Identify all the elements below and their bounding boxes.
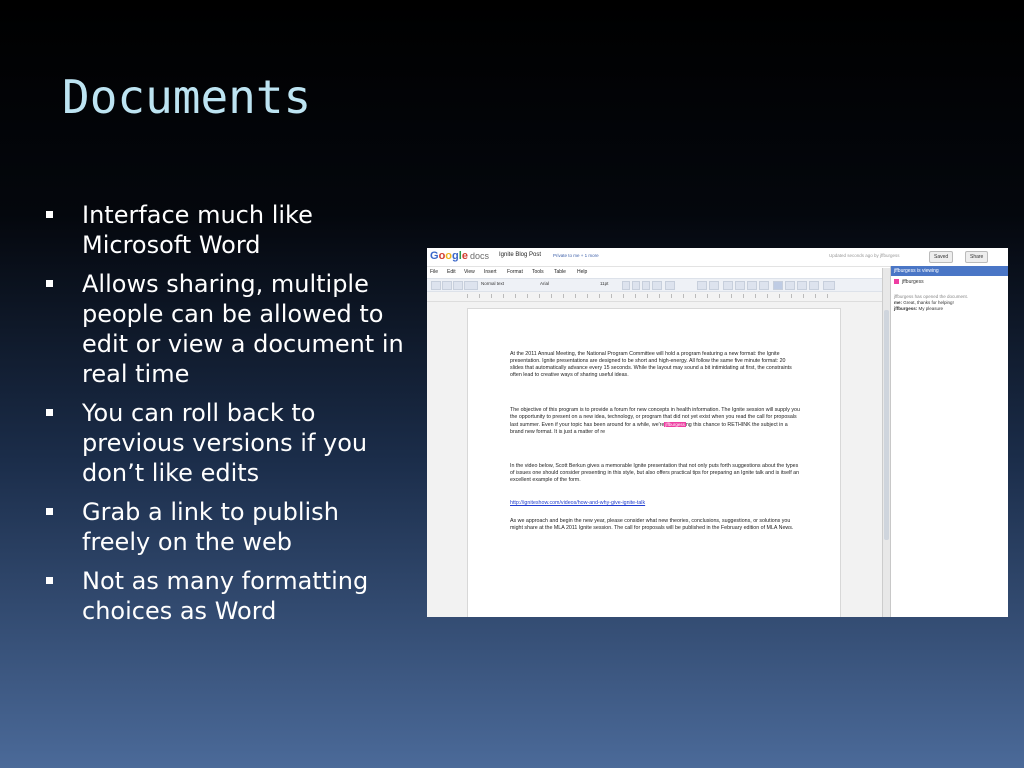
bullet-item: Interface much like Microsoft Word bbox=[44, 200, 414, 260]
bullet-text: Not as many formatting choices as Word bbox=[82, 567, 369, 625]
font-size-select[interactable]: 11pt bbox=[600, 281, 608, 286]
menu-insert[interactable]: Insert bbox=[484, 269, 497, 275]
menu-table[interactable]: Table bbox=[554, 269, 566, 275]
bullet-square-icon bbox=[46, 577, 53, 584]
menu-view[interactable]: View bbox=[464, 269, 475, 275]
bullet-text: Allows sharing, multiple people can be a… bbox=[82, 270, 404, 388]
bullet-item: Grab a link to publish freely on the web bbox=[44, 497, 414, 557]
docs-toolbar: Normal text Arial 11pt bbox=[427, 278, 889, 292]
viewer-entry: jffburgess bbox=[894, 279, 924, 285]
paragraph: The objective of this program is to prov… bbox=[510, 407, 800, 435]
redo-icon[interactable] bbox=[453, 281, 463, 290]
italic-icon[interactable] bbox=[632, 281, 640, 290]
menu-help[interactable]: Help bbox=[577, 269, 587, 275]
font-select[interactable]: Arial bbox=[540, 281, 549, 286]
align-center-icon[interactable] bbox=[785, 281, 795, 290]
paragraph: As we approach and begin the new year, p… bbox=[510, 518, 794, 531]
saved-button[interactable]: Saved bbox=[929, 251, 954, 263]
bullet-text: Interface much like Microsoft Word bbox=[82, 201, 313, 259]
align-right-icon[interactable] bbox=[797, 281, 807, 290]
justify-icon[interactable] bbox=[809, 281, 819, 290]
docs-header-bar: Google docs Ignite Blog Post Private to m… bbox=[427, 248, 1008, 267]
bullet-square-icon bbox=[46, 508, 53, 515]
bullet-square-icon bbox=[46, 280, 53, 287]
bullet-item: Allows sharing, multiple people can be a… bbox=[44, 269, 414, 389]
menu-format[interactable]: Format bbox=[507, 269, 523, 275]
style-select[interactable]: Normal text bbox=[481, 281, 504, 286]
align-left-icon[interactable] bbox=[773, 281, 783, 290]
ruler[interactable] bbox=[427, 292, 889, 302]
google-docs-logo: Google docs bbox=[430, 250, 489, 262]
bullet-square-icon bbox=[46, 211, 53, 218]
document-title[interactable]: Ignite Blog Post bbox=[499, 252, 541, 258]
menu-file[interactable]: File bbox=[430, 269, 438, 275]
underline-icon[interactable] bbox=[642, 281, 650, 290]
highlight-icon[interactable] bbox=[665, 281, 675, 290]
paint-format-icon[interactable] bbox=[464, 281, 478, 290]
menu-tools[interactable]: Tools bbox=[532, 269, 544, 275]
text-color-icon[interactable] bbox=[652, 281, 662, 290]
document-page[interactable]: At the 2011 Annual Meeting, the National… bbox=[467, 308, 841, 617]
google-docs-screenshot: Google docs Ignite Blog Post Private to m… bbox=[427, 248, 1008, 617]
vertical-scrollbar[interactable] bbox=[882, 268, 890, 617]
bullet-item: You can roll back to previous versions i… bbox=[44, 398, 414, 488]
user-color-icon bbox=[894, 279, 899, 285]
docs-menu-bar: File Edit View Insert Format Tools Table… bbox=[427, 267, 889, 277]
bulleted-list-icon[interactable] bbox=[735, 281, 745, 290]
numbered-list-icon[interactable] bbox=[723, 281, 733, 290]
bullet-text: You can roll back to previous versions i… bbox=[82, 399, 368, 487]
collaborator-cursor-label: jffburgess bbox=[664, 422, 686, 427]
undo-icon[interactable] bbox=[442, 281, 452, 290]
bullet-square-icon bbox=[46, 409, 53, 416]
menu-edit[interactable]: Edit bbox=[447, 269, 456, 275]
bullet-text: Grab a link to publish freely on the web bbox=[82, 498, 339, 556]
updated-status: Updated seconds ago by jffburgess bbox=[829, 253, 900, 258]
ignite-link[interactable]: http://igniteshow.com/videos/how-and-why… bbox=[510, 500, 645, 506]
bold-icon[interactable] bbox=[622, 281, 630, 290]
line-spacing-icon[interactable] bbox=[823, 281, 835, 290]
viewers-header: jffburgess is viewing bbox=[891, 266, 1008, 276]
paragraph: At the 2011 Annual Meeting, the National… bbox=[510, 351, 792, 378]
increase-indent-icon[interactable] bbox=[759, 281, 769, 290]
decrease-indent-icon[interactable] bbox=[747, 281, 757, 290]
privacy-link[interactable]: Private to me + 1 more bbox=[553, 253, 599, 258]
paragraph: http://igniteshow.com/videos/how-and-why… bbox=[510, 500, 800, 507]
document-canvas: At the 2011 Annual Meeting, the National… bbox=[427, 302, 882, 617]
link-icon[interactable] bbox=[697, 281, 707, 290]
share-button[interactable]: Share bbox=[965, 251, 989, 263]
slide-title: Documents bbox=[62, 70, 312, 124]
comment-icon[interactable] bbox=[709, 281, 719, 290]
print-icon[interactable] bbox=[431, 281, 441, 290]
paragraph: In the video below, Scott Berkun gives a… bbox=[510, 463, 800, 483]
bullet-list: Interface much like Microsoft Word Allow… bbox=[44, 200, 414, 635]
chat-sidebar: jffburgess is viewing jffburgess jffburg… bbox=[890, 266, 1008, 617]
chat-message: jffburgess: My pleasure bbox=[894, 306, 944, 311]
bullet-item: Not as many formatting choices as Word bbox=[44, 566, 414, 626]
